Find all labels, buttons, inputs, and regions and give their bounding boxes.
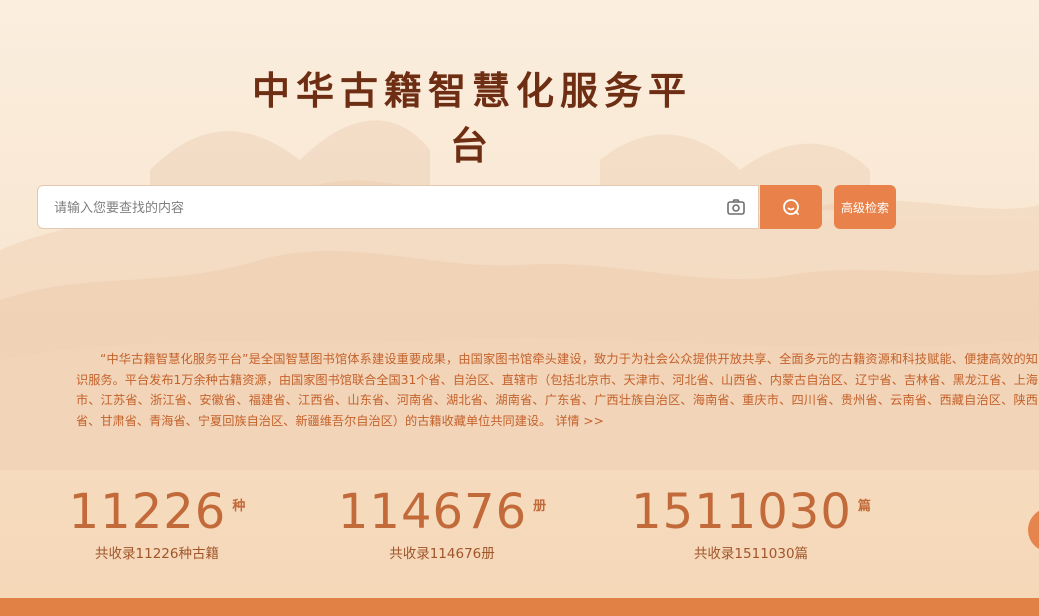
stat-articles: 1511030 篇 共收录1511030篇 <box>631 484 871 562</box>
advanced-search-button[interactable]: 高级检索 <box>834 185 896 229</box>
stat-volumes-desc: 共收录114676册 <box>389 546 495 562</box>
stat-titles-value: 11226 <box>68 484 227 540</box>
stat-titles: 11226 种 共收录11226种古籍 <box>68 484 246 562</box>
page-title: 中华古籍智慧化服务平台 <box>251 68 692 168</box>
bottom-bar <box>0 598 1039 616</box>
camera-icon[interactable] <box>726 197 746 217</box>
search-icon <box>783 199 799 215</box>
stat-articles-value: 1511030 <box>631 484 852 540</box>
platform-intro: “中华古籍智慧化服务平台”是全国智慧图书馆体系建设重要成果，由国家图书馆牵头建设… <box>76 349 1038 431</box>
stat-titles-unit: 种 <box>232 499 246 514</box>
stat-titles-desc: 共收录11226种古籍 <box>95 546 219 562</box>
stat-volumes-unit: 册 <box>533 499 547 514</box>
stat-volumes-value: 114676 <box>337 484 528 540</box>
stat-articles-unit: 篇 <box>857 499 871 514</box>
search-button[interactable] <box>760 185 822 229</box>
stat-articles-desc: 共收录1511030篇 <box>693 546 809 562</box>
side-float-tab[interactable] <box>1028 508 1039 552</box>
search-input[interactable] <box>52 186 696 230</box>
search-box <box>37 185 759 230</box>
intro-more-link[interactable]: 详情 >> <box>555 414 604 428</box>
stat-volumes: 114676 册 共收录114676册 <box>337 484 547 562</box>
